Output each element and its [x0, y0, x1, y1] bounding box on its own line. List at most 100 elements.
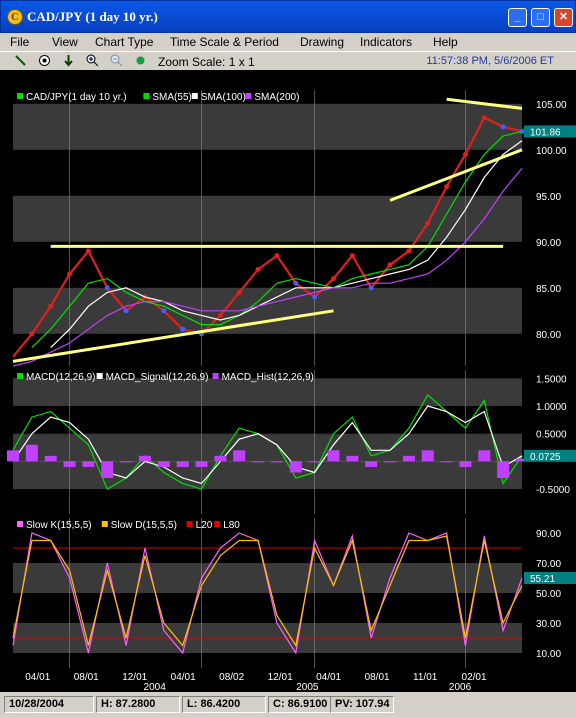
y-tick-label: 1.0000 — [536, 402, 567, 413]
macd-histogram-bar — [120, 461, 133, 463]
toolbar: Zoom Scale: 1 x 1 11:57:38 PM, 5/6/2006 … — [0, 51, 576, 69]
price-point — [85, 248, 91, 254]
x-tick-label: 08/01 — [74, 672, 99, 683]
y-tick-label: 90.00 — [536, 238, 561, 249]
price-point — [67, 271, 73, 277]
maximize-button[interactable]: □ — [531, 8, 550, 27]
macd-histogram-bar — [101, 461, 114, 478]
price-point — [161, 308, 167, 314]
grid-band — [13, 287, 522, 334]
macd-histogram-bar — [440, 461, 453, 463]
price-point — [500, 124, 506, 130]
y-tick-label: 80.00 — [536, 330, 561, 341]
macd-histogram-bar — [195, 461, 208, 467]
price-point — [462, 151, 468, 157]
status-date: 10/28/2004 — [4, 696, 94, 713]
menu-file[interactable]: File — [10, 35, 29, 49]
pane-1: -0.5000 0.5000 1.0000 1.5000 0.0725 MACD(12,2… — [7, 370, 576, 514]
macd-histogram-bar — [252, 461, 265, 463]
y-tick-label: 30.00 — [536, 619, 561, 630]
status-high: H: 87.2800 — [96, 696, 180, 713]
menu-chart-type[interactable]: Chart Type — [95, 35, 153, 49]
legend-label: CAD/JPY(1 day 10 yr.) — [26, 92, 127, 103]
legend-label: SMA(55) — [152, 92, 191, 103]
price-point — [255, 266, 261, 272]
x-year-label: 2005 — [296, 682, 319, 692]
pane-2: 10.00 30.00 50.00 70.00 90.00 55.21 Slow K(15,… — [12, 518, 576, 668]
y-tick-label: 10.00 — [536, 649, 561, 660]
x-tick-label: 11/01 — [413, 672, 438, 683]
macd-histogram-bar — [402, 455, 415, 462]
menu-view[interactable]: View — [52, 35, 78, 49]
macd-histogram-bar — [214, 455, 227, 462]
price-point — [425, 220, 431, 226]
legend-swatch — [143, 93, 150, 99]
line-tool-icon[interactable] — [14, 54, 27, 67]
x-tick-label: 08/02 — [219, 672, 244, 683]
price-point — [312, 294, 318, 300]
macd-histogram-bar — [327, 450, 340, 462]
status-bar: 10/28/2004 H: 87.2800 L: 86.4200 C: 86.9… — [0, 692, 576, 717]
status-low: L: 86.4200 — [182, 696, 266, 713]
macd-histogram-bar — [346, 455, 359, 462]
grid-band — [13, 195, 522, 242]
zoom-in-icon[interactable] — [86, 54, 99, 67]
menu-bar: File View Chart Type Time Scale & Period… — [0, 33, 576, 51]
menu-help[interactable]: Help — [433, 35, 458, 49]
macd-histogram-bar — [421, 450, 434, 462]
x-tick-label: 04/01 — [316, 672, 341, 683]
chart-area[interactable]: 80.00 85.00 90.00 95.00 100.00 105.00 101.86 CA… — [0, 70, 576, 693]
x-tick-label: 04/01 — [25, 672, 50, 683]
macd-histogram-bar — [384, 461, 397, 463]
legend-swatch — [96, 373, 103, 379]
legend-label: Slow D(15,5,5) — [111, 520, 177, 531]
title-bar: C CAD/JPY (1 day 10 yr.) _ □ ✕ — [0, 0, 576, 33]
legend-swatch — [17, 373, 23, 379]
macd-histogram-bar — [44, 455, 57, 462]
price-point — [293, 280, 299, 286]
legend-swatch — [214, 521, 221, 527]
macd-histogram-bar — [233, 450, 246, 462]
target-icon[interactable] — [38, 54, 51, 67]
macd-histogram-bar — [308, 461, 321, 463]
macd-histogram-bar — [365, 461, 378, 467]
legend-swatch — [212, 373, 219, 379]
price-point — [368, 285, 374, 291]
legend-swatch — [101, 521, 108, 527]
legend-label: MACD(12,26,9) — [26, 372, 95, 383]
arrow-down-icon[interactable] — [62, 54, 75, 67]
macd-histogram-bar — [459, 461, 472, 467]
menu-drawing[interactable]: Drawing — [300, 35, 344, 49]
macd-histogram-bar — [63, 461, 76, 467]
price-point — [481, 115, 487, 121]
y-tick-label: 90.00 — [536, 529, 561, 540]
zoom-out-icon[interactable] — [110, 54, 123, 67]
close-button[interactable]: ✕ — [554, 8, 573, 27]
y-tick-label: 100.00 — [536, 146, 567, 157]
price-point — [48, 303, 54, 309]
menu-indicators[interactable]: Indicators — [360, 35, 412, 49]
legend-label: L80 — [223, 520, 240, 531]
price-point — [274, 253, 280, 259]
y-tick-label: 105.00 — [536, 100, 567, 111]
legend-label: MACD_Signal(12,26,9) — [106, 372, 209, 383]
chart-frame[interactable]: 80.00 85.00 90.00 95.00 100.00 105.00 101.86 CA… — [0, 70, 576, 693]
x-year-label: 2004 — [144, 682, 167, 692]
pane-0: 80.00 85.00 90.00 95.00 100.00 105.00 101.86 CA… — [12, 90, 576, 367]
macd-histogram-bar — [289, 461, 302, 473]
price-point — [444, 184, 450, 190]
price-point — [330, 276, 336, 282]
macd-histogram-bar — [157, 461, 170, 467]
x-tick-label: 08/01 — [365, 672, 390, 683]
price-point — [104, 285, 110, 291]
price-point — [236, 289, 242, 295]
minimize-button[interactable]: _ — [508, 8, 527, 27]
zoom-scale-label: Zoom Scale: 1 x 1 — [158, 55, 255, 69]
last-value-label: 101.86 — [530, 127, 561, 138]
price-point — [387, 262, 393, 268]
legend-swatch — [191, 93, 198, 99]
clock: 11:57:38 PM, 5/6/2006 ET — [426, 55, 554, 67]
x-tick-label: 12/01 — [268, 672, 293, 683]
menu-time-scale[interactable]: Time Scale & Period — [170, 35, 279, 49]
green-dot-icon[interactable] — [134, 54, 147, 67]
